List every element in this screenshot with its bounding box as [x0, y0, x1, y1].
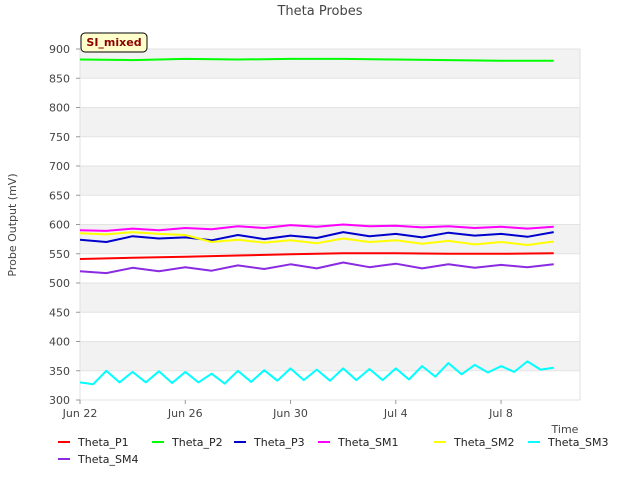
grid-band: [80, 283, 580, 313]
x-tick-label: Jun 22: [62, 407, 98, 420]
legend-item: Theta_SM4: [58, 451, 138, 467]
legend-item: Theta_SM3: [528, 434, 608, 450]
y-tick-label: 500: [49, 277, 70, 290]
grid-band: [80, 136, 580, 166]
y-axis-label: Probe Output (mV): [6, 173, 19, 276]
legend-item: Theta_P3: [234, 434, 305, 450]
y-tick-label: 300: [49, 394, 70, 407]
grid-band: [80, 49, 580, 79]
legend-swatch: [58, 458, 70, 460]
grid-band: [80, 195, 580, 225]
legend-label: Theta_P1: [78, 435, 129, 449]
legend-label: Theta_SM2: [454, 435, 515, 449]
x-tick-label: Jul 4: [383, 407, 408, 420]
legend-swatch: [58, 441, 70, 443]
y-tick-label: 450: [49, 306, 70, 319]
legend-swatch: [528, 441, 540, 443]
legend-label: Theta_P2: [172, 435, 223, 449]
y-tick-label: 700: [49, 160, 70, 173]
x-axis-ticks: Jun 22 Jun 26 Jun 30 Jul 4 Jul 8: [62, 400, 513, 420]
legend-swatch: [434, 441, 446, 443]
legend-label: Theta_SM1: [338, 435, 399, 449]
legend-swatch: [318, 441, 330, 443]
y-tick-label: 850: [49, 72, 70, 85]
y-tick-label: 600: [49, 219, 70, 232]
grid-band: [80, 107, 580, 137]
grid-band: [80, 312, 580, 342]
legend-swatch: [152, 441, 164, 443]
x-tick-label: Jul 8: [488, 407, 513, 420]
legend-item: Theta_P1: [58, 434, 129, 450]
legend-swatch: [234, 441, 246, 443]
grid-band: [80, 78, 580, 108]
x-tick-label: Jun 30: [272, 407, 308, 420]
legend-item: Theta_P2: [152, 434, 223, 450]
chart-title: Theta Probes: [276, 4, 362, 19]
legend-label: Theta_P3: [254, 435, 305, 449]
y-tick-label: 550: [49, 248, 70, 261]
y-tick-label: 650: [49, 189, 70, 202]
legend-item: Theta_SM1: [318, 434, 398, 450]
chart-svg: Theta Probes Probe Output (mV) Time 3003…: [6, 4, 581, 436]
si-mixed-badge-label: SI_mixed: [86, 36, 141, 49]
si-mixed-badge: SI_mixed: [80, 32, 148, 53]
y-tick-label: 350: [49, 365, 70, 378]
grid-band: [80, 166, 580, 196]
y-tick-label: 400: [49, 336, 70, 349]
legend-item: Theta_SM2: [434, 434, 514, 450]
y-tick-label: 750: [49, 131, 70, 144]
y-tick-label: 900: [49, 43, 70, 56]
legend-label: Theta_SM4: [78, 452, 139, 466]
legend-label: Theta_SM3: [548, 435, 609, 449]
x-tick-label: Jun 26: [167, 407, 203, 420]
y-tick-label: 800: [49, 102, 70, 115]
grid-band: [80, 341, 580, 371]
